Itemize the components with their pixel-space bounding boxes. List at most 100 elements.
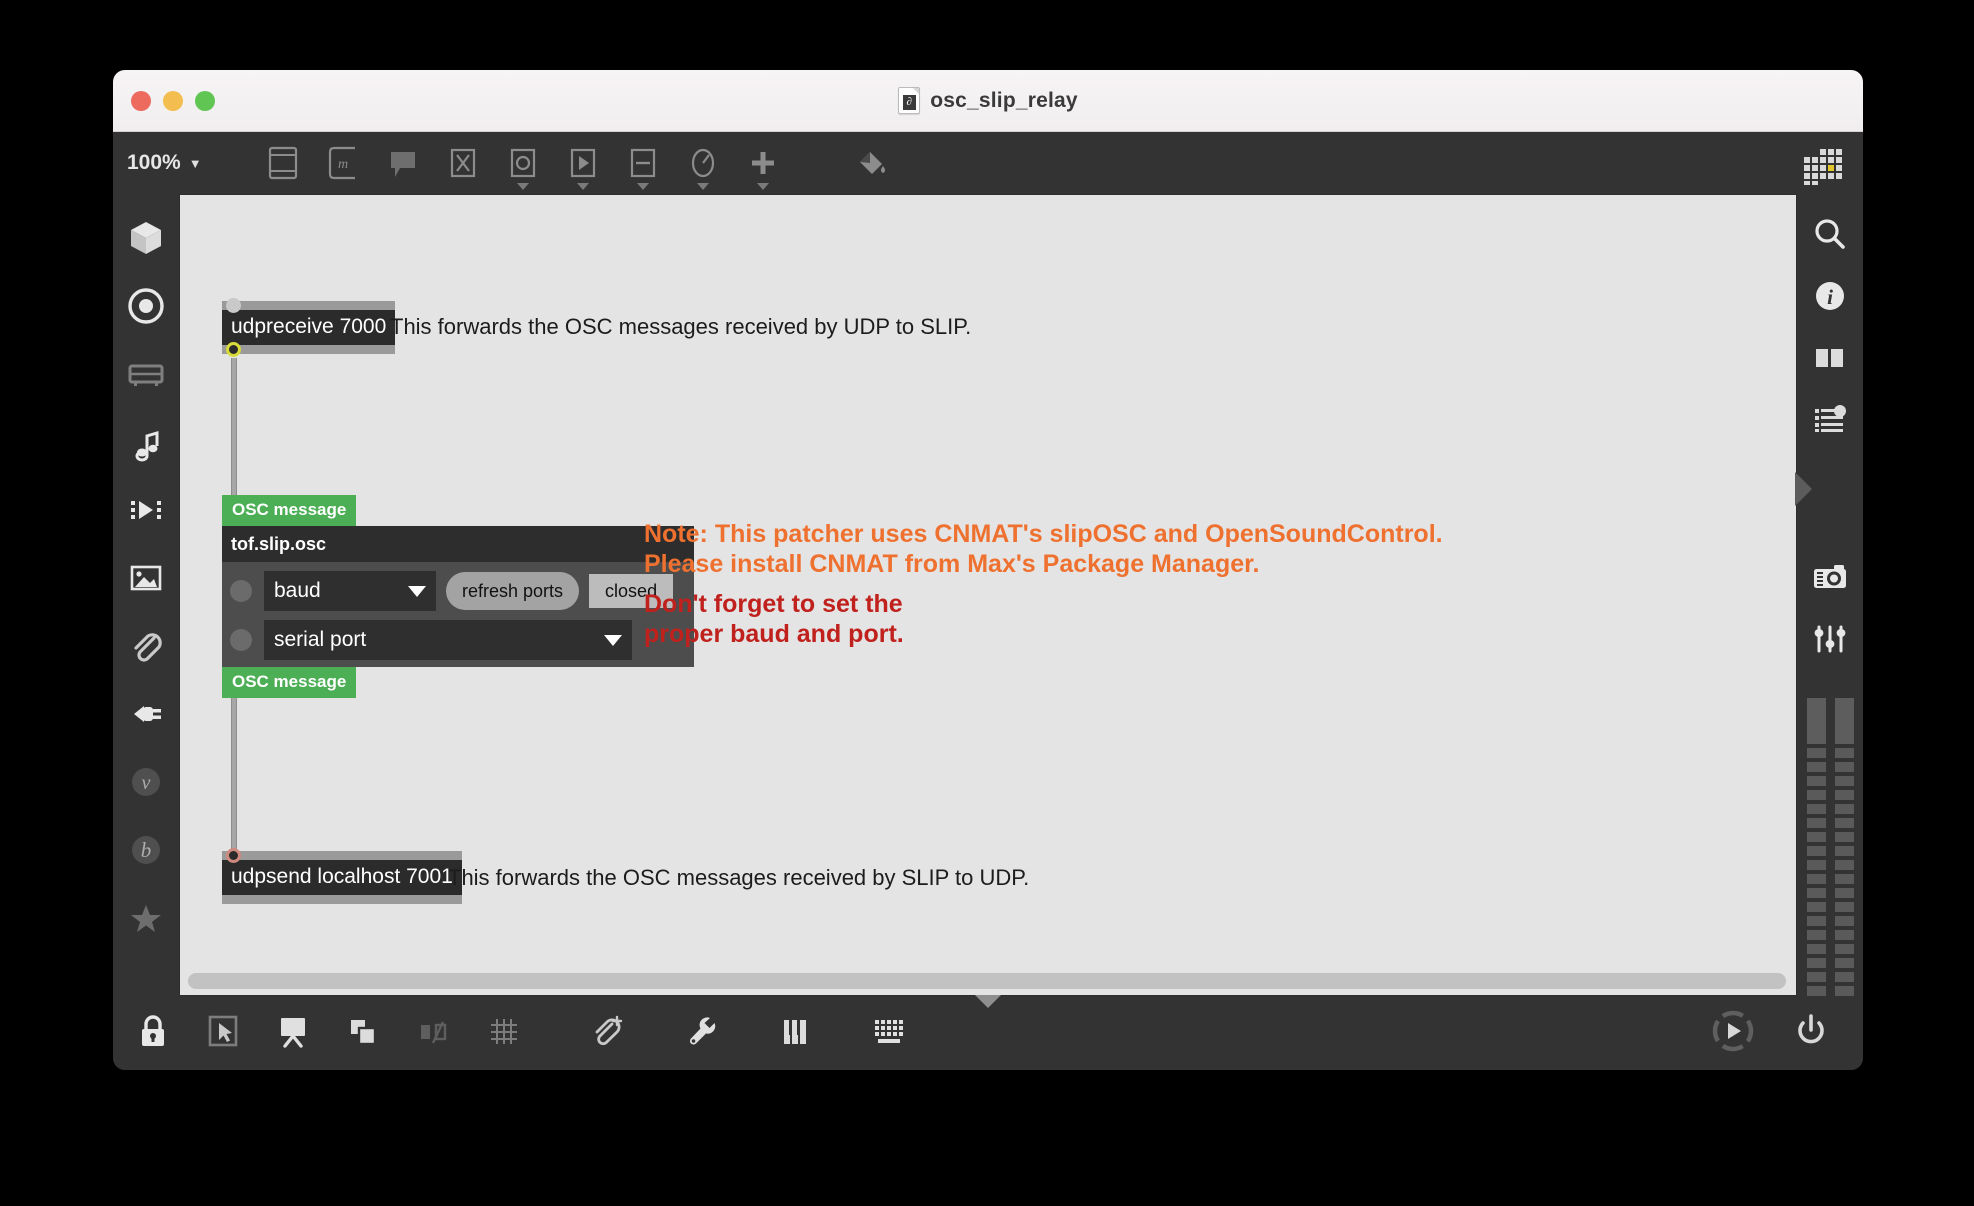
meter-segment [1806, 762, 1826, 773]
zoom-level-label: 100% [127, 151, 181, 174]
horizontal-scrollbar[interactable] [188, 973, 1786, 989]
sidebar-item-devices[interactable] [118, 682, 174, 750]
udpsend-object[interactable]: udpsend localhost 7001 [222, 848, 462, 905]
document-icon: ∂ [898, 87, 921, 114]
sidebar-item-attachments[interactable] [118, 614, 174, 682]
plus-icon[interactable] [740, 140, 786, 190]
paint-bucket-icon[interactable] [848, 140, 894, 186]
object-box-icon[interactable] [260, 140, 306, 186]
slip-osc-bpatcher[interactable]: tof.slip.osc baud refresh ports closed s… [222, 526, 694, 667]
chevron-down-icon[interactable] [696, 183, 709, 190]
patcher-content: udpreceive 7000 This forwards the OSC me… [180, 195, 1796, 995]
comment-udpreceive: This forwards the OSC messages received … [390, 314, 972, 339]
zoom-level-control[interactable]: 100% ▼ [127, 151, 202, 175]
dial-icon[interactable] [680, 140, 726, 190]
note-red-line1: Don't forget to set the [644, 590, 903, 618]
refresh-ports-button[interactable]: refresh ports [446, 572, 580, 610]
osc-message-label-top: OSC message [222, 495, 357, 526]
meter-segment [1806, 916, 1826, 927]
window-controls[interactable] [131, 91, 215, 111]
zoom-button[interactable] [195, 91, 215, 111]
slip-inlet-2[interactable] [230, 629, 252, 651]
udpreceive-inlet[interactable] [226, 298, 241, 313]
grid-button[interactable] [477, 1007, 529, 1059]
serial-port-dropdown[interactable]: serial port [264, 620, 632, 660]
sidebar-item-audio[interactable] [118, 410, 174, 478]
window-title: osc_slip_relay [930, 88, 1078, 112]
sidebar-item-video[interactable] [118, 478, 174, 546]
chevron-down-icon: ▼ [188, 155, 202, 171]
chevron-down-icon [408, 585, 426, 597]
udpreceive-object[interactable]: udpreceive 7000 [222, 298, 396, 358]
search-button[interactable] [1802, 206, 1858, 268]
add-attachment-button[interactable] [581, 1007, 633, 1059]
parameters-button[interactable] [1802, 391, 1858, 453]
baud-dropdown[interactable]: baud [264, 571, 436, 611]
sidebar-item-clippings[interactable] [118, 342, 174, 410]
layers-button[interactable] [337, 1007, 389, 1059]
meter-segment [1834, 832, 1854, 843]
chevron-down-icon[interactable] [576, 183, 589, 190]
grid-indicator[interactable] [1801, 148, 1843, 191]
drawer-icon [126, 354, 166, 399]
meter-segment [1834, 790, 1854, 801]
udpreceive-outlet[interactable] [226, 342, 241, 358]
top-toolbar: 100% ▼ m [113, 132, 1863, 194]
patch-cord-bottom[interactable] [231, 698, 237, 860]
meter-segment [1806, 986, 1826, 997]
meter-segment [1834, 804, 1854, 815]
info-icon: i [1810, 276, 1850, 321]
slider-icon[interactable] [620, 140, 666, 190]
playbar-icon[interactable] [560, 140, 606, 190]
sidebar-item-favorites[interactable] [118, 886, 174, 954]
meter-segment [1806, 776, 1826, 787]
patcher-canvas[interactable]: udpreceive 7000 This forwards the OSC me… [179, 194, 1797, 996]
toolbar-collapse-arrow[interactable] [975, 995, 1001, 1008]
meter-segment [1834, 888, 1854, 899]
sidebar-item-images[interactable] [118, 546, 174, 614]
target-icon [126, 286, 166, 331]
inspector-button[interactable]: i [1802, 268, 1858, 330]
chevron-down-icon[interactable] [636, 183, 649, 190]
chevron-down-icon[interactable] [516, 183, 529, 190]
sidebar-item-packages[interactable] [118, 206, 174, 274]
sidebar-item-objects[interactable] [118, 274, 174, 342]
sidebar-item-vizzie[interactable]: v [118, 750, 174, 818]
sidebar-collapse-arrow[interactable] [1795, 472, 1812, 506]
meter-segment [1806, 860, 1826, 871]
close-button[interactable] [131, 91, 151, 111]
layers-icon [346, 1013, 380, 1054]
button-icon[interactable] [500, 140, 546, 190]
slip-inlet-1[interactable] [230, 580, 252, 602]
toggle-icon[interactable] [440, 140, 486, 186]
sliders-icon [1810, 619, 1850, 664]
chevron-down-icon[interactable] [756, 183, 769, 190]
udpsend-inlet[interactable] [226, 848, 241, 863]
sidebar-item-beap[interactable]: b [118, 818, 174, 886]
paperclip-plus-icon [588, 1013, 626, 1054]
keyboard-button[interactable] [863, 1007, 915, 1059]
svg-text:m: m [338, 157, 348, 172]
align-button[interactable] [407, 1007, 459, 1059]
list-dot-icon [1810, 399, 1850, 444]
note-red-line2: proper baud and port. [644, 620, 904, 648]
message-box-icon[interactable]: m [320, 140, 366, 186]
panels-button[interactable] [1802, 329, 1858, 391]
comment-icon[interactable] [380, 140, 426, 186]
power-button[interactable] [1785, 1007, 1837, 1059]
debug-button[interactable] [675, 1007, 727, 1059]
presentation-icon [275, 1013, 311, 1054]
meter-segment [1806, 944, 1826, 955]
minimize-button[interactable] [163, 91, 183, 111]
edit-mode-button[interactable] [197, 1007, 249, 1059]
snapshot-button[interactable] [1802, 549, 1858, 611]
mixer-button[interactable] [1802, 610, 1858, 672]
lock-button[interactable] [127, 1007, 179, 1059]
bottom-toolbar-items [127, 1007, 915, 1059]
meter-segment [1806, 832, 1826, 843]
piano-button[interactable] [769, 1007, 821, 1059]
presentation-button[interactable] [267, 1007, 319, 1059]
patch-cord-top[interactable] [231, 358, 237, 495]
cube-icon [126, 218, 166, 263]
audio-on-button[interactable] [1707, 1007, 1759, 1059]
